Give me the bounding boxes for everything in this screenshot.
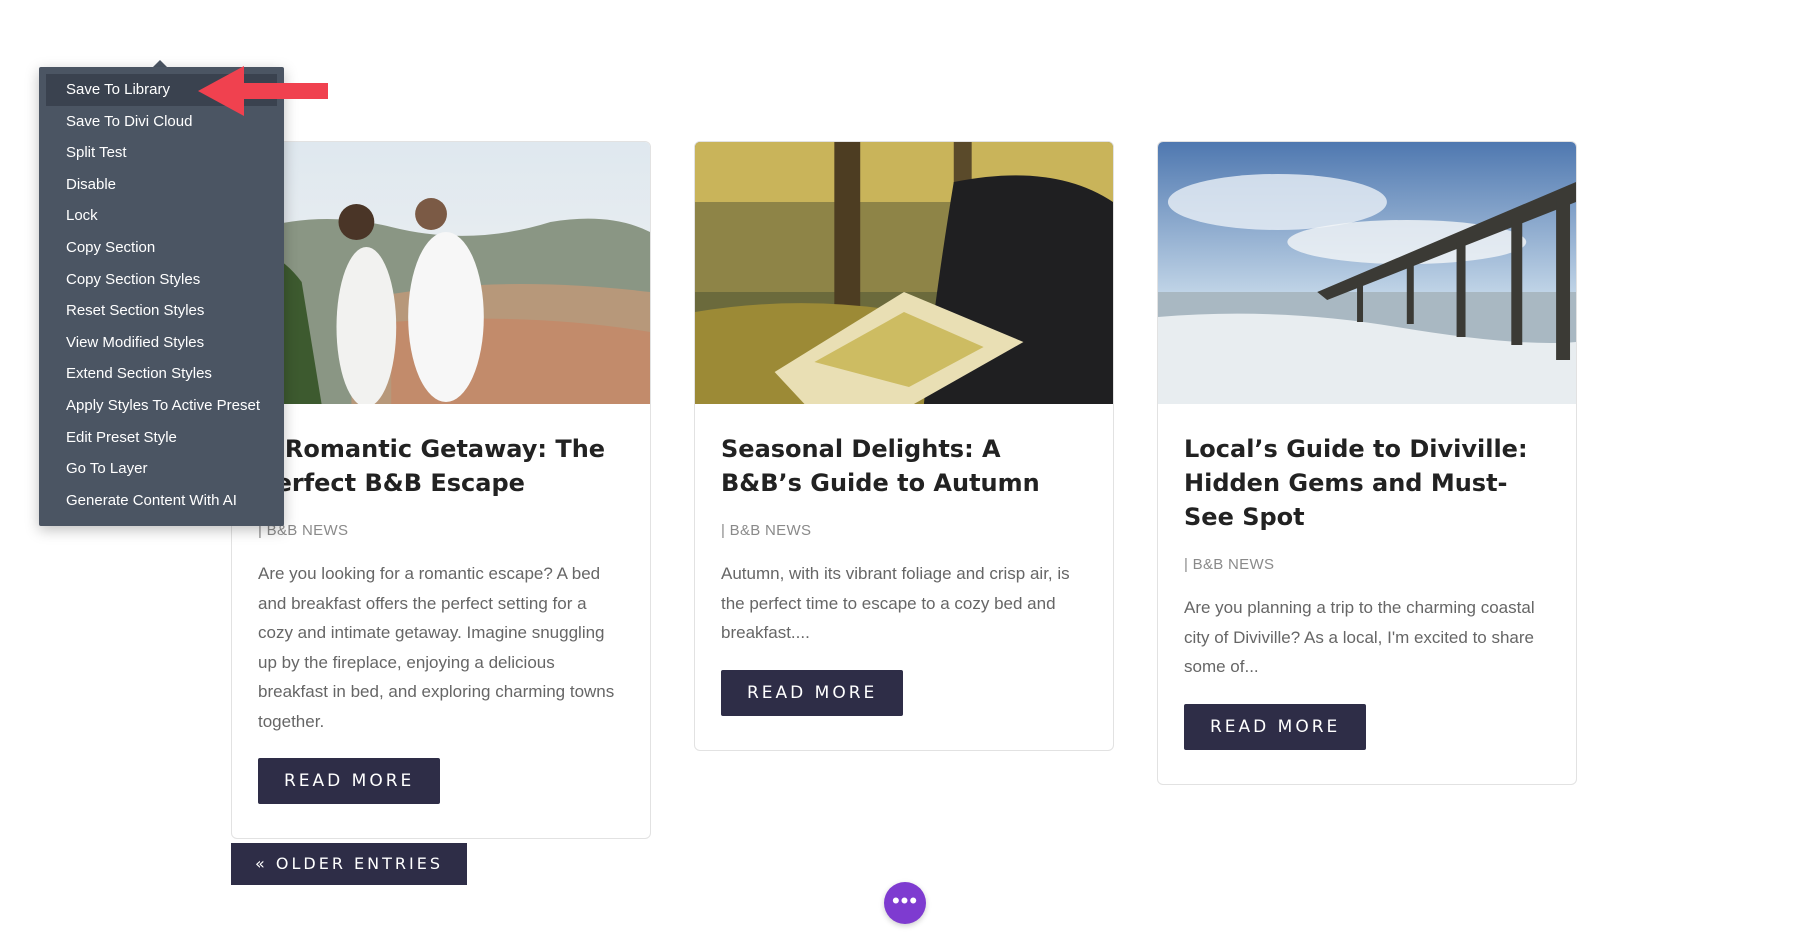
menu-item-lock[interactable]: Lock <box>46 200 277 232</box>
post-title[interactable]: Local’s Guide to Diviville: Hidden Gems … <box>1184 432 1550 534</box>
post-card: Local’s Guide to Diviville: Hidden Gems … <box>1157 141 1577 785</box>
read-more-button[interactable]: READ MORE <box>258 758 441 804</box>
menu-item-reset-section-styles[interactable]: Reset Section Styles <box>46 295 277 327</box>
menu-item-generate-content-with-ai[interactable]: Generate Content With AI <box>46 485 277 517</box>
post-body: A Romantic Getaway: The Perfect B&B Esca… <box>232 404 650 838</box>
post-title[interactable]: Seasonal Delights: A B&B’s Guide to Autu… <box>721 432 1087 500</box>
more-options-button[interactable]: ••• <box>884 882 926 924</box>
post-body: Seasonal Delights: A B&B’s Guide to Autu… <box>695 404 1113 750</box>
post-card: A Romantic Getaway: The Perfect B&B Esca… <box>231 141 651 839</box>
menu-item-copy-section-styles[interactable]: Copy Section Styles <box>46 264 277 296</box>
menu-item-go-to-layer[interactable]: Go To Layer <box>46 453 277 485</box>
post-card: Seasonal Delights: A B&B’s Guide to Autu… <box>694 141 1114 751</box>
post-image-autumn[interactable] <box>695 142 1113 404</box>
post-category[interactable]: | B&B NEWS <box>258 522 624 539</box>
post-excerpt: Are you planning a trip to the charming … <box>1184 598 1535 676</box>
red-arrow-icon <box>198 66 328 116</box>
read-more-button[interactable]: READ MORE <box>721 669 904 716</box>
menu-item-edit-preset-style[interactable]: Edit Preset Style <box>46 422 277 454</box>
menu-item-extend-section-styles[interactable]: Extend Section Styles <box>46 358 277 390</box>
menu-item-view-modified-styles[interactable]: View Modified Styles <box>46 327 277 359</box>
section-context-menu: Save To Library Save To Divi Cloud Split… <box>39 67 284 526</box>
menu-item-copy-section[interactable]: Copy Section <box>46 232 277 264</box>
post-category[interactable]: | B&B NEWS <box>721 522 1087 539</box>
post-excerpt: Autumn, with its vibrant foliage and cri… <box>721 564 1070 642</box>
post-image-couple[interactable] <box>232 142 650 404</box>
post-category[interactable]: | B&B NEWS <box>1184 556 1550 573</box>
read-more-button[interactable]: READ MORE <box>1184 703 1367 750</box>
post-image-pier[interactable] <box>1158 142 1576 404</box>
post-excerpt: Are you looking for a romantic escape? A… <box>258 564 615 731</box>
post-body: Local’s Guide to Diviville: Hidden Gems … <box>1158 404 1576 784</box>
menu-item-disable[interactable]: Disable <box>46 169 277 201</box>
post-title[interactable]: A Romantic Getaway: The Perfect B&B Esca… <box>258 432 624 500</box>
older-entries-button[interactable]: « OLDER ENTRIES <box>231 843 467 885</box>
menu-item-split-test[interactable]: Split Test <box>46 137 277 169</box>
menu-item-apply-styles-to-active-preset[interactable]: Apply Styles To Active Preset <box>46 390 277 422</box>
